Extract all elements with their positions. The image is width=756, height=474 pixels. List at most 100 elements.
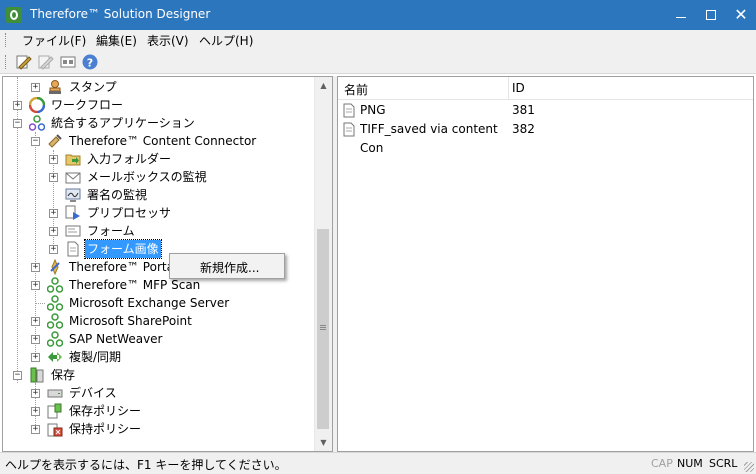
tree-item-replication-sync[interactable]: + 複製/同期 [3, 348, 313, 366]
designer-tool-button[interactable] [16, 54, 32, 70]
help-button[interactable]: ? [82, 54, 98, 70]
svg-text:?: ? [87, 57, 93, 70]
list-item[interactable]: PNG 381 [338, 101, 753, 120]
list-item[interactable]: TIFF_saved via content Con 382 [338, 120, 753, 155]
tree-item-label: デバイス [69, 386, 117, 400]
input-folder-icon [65, 154, 81, 166]
collapse-toggle[interactable]: − [13, 371, 22, 380]
form-icon [65, 225, 81, 237]
context-menu-new-item[interactable]: 新規作成... [200, 259, 259, 276]
close-button[interactable]: ✕ [726, 0, 756, 30]
expand-toggle[interactable]: + [31, 425, 40, 434]
tree-item-form[interactable]: + フォーム [3, 222, 313, 240]
menu-grip[interactable] [5, 33, 8, 47]
collapse-toggle[interactable]: − [13, 119, 22, 128]
expand-toggle[interactable]: + [31, 389, 40, 398]
tree-item-label: 保持ポリシー [69, 422, 142, 436]
collapse-toggle[interactable]: − [31, 137, 40, 146]
status-message: ヘルプを表示するには、F1 キーを押してください。 [5, 458, 287, 472]
tree-item-label: スタンプ [69, 80, 117, 94]
tree-item-label: 入力フォルダー [87, 152, 172, 166]
tree-item-storage[interactable]: − 保存 [3, 366, 313, 384]
tree-item-stamp[interactable]: + スタンプ [3, 78, 313, 96]
caps-lock-indicator: CAP [651, 457, 673, 470]
tree-scrollbar[interactable]: ▲ ▼ [314, 77, 332, 451]
preprocessor-icon [65, 205, 80, 220]
sap-icon [47, 331, 63, 347]
num-lock-indicator: NUM [677, 457, 703, 470]
expand-toggle[interactable]: + [49, 245, 58, 254]
document-icon [343, 103, 355, 118]
tree-item-label: Microsoft SharePoint [69, 314, 192, 328]
text-box-icon [60, 56, 76, 68]
expand-toggle[interactable]: + [31, 353, 40, 362]
tree-item-signature-monitor[interactable]: 署名の監視 [3, 186, 313, 204]
close-icon: ✕ [734, 5, 748, 24]
text-tool-button[interactable] [60, 54, 76, 70]
expand-toggle[interactable]: + [49, 155, 58, 164]
tree-item-sharepoint[interactable]: + Microsoft SharePoint [3, 312, 313, 330]
tree-item-exchange-server[interactable]: Microsoft Exchange Server [3, 294, 313, 312]
tree-item-workflow[interactable]: + ワークフロー [3, 96, 313, 114]
expand-toggle[interactable]: + [31, 263, 40, 272]
tree-item-mailbox-monitor[interactable]: + メールボックスの監視 [3, 168, 313, 186]
menu-edit[interactable]: 編集(E) [94, 32, 139, 49]
design-tool-disabled-button[interactable] [38, 54, 54, 70]
tree-item-devices[interactable]: + デバイス [3, 384, 313, 402]
status-bar: ヘルプを表示するには、F1 キーを押してください。 CAP NUM SCRL [0, 452, 756, 474]
expand-toggle[interactable]: + [49, 227, 58, 236]
menu-help[interactable]: ヘルプ(H) [197, 32, 255, 49]
tree-item-storage-policy[interactable]: + 保存ポリシー [3, 402, 313, 420]
thumb-grip-icon [320, 325, 326, 326]
tree-item-sap-netweaver[interactable]: + SAP NetWeaver [3, 330, 313, 348]
resize-grip-icon[interactable] [744, 462, 754, 472]
tree-item-content-connector[interactable]: − Therefore™ Content Connector [3, 132, 313, 150]
scroll-thumb[interactable] [317, 229, 329, 429]
expand-toggle[interactable]: + [31, 83, 40, 92]
expand-toggle[interactable]: + [31, 407, 40, 416]
tree-item-label: ワークフロー [51, 98, 124, 112]
column-header-name[interactable]: 名前 [344, 81, 368, 98]
tree-item-retention-policy[interactable]: + 保持ポリシー [3, 420, 313, 438]
column-header-id[interactable]: ID [512, 81, 525, 95]
list-header: 名前 ID [338, 77, 753, 100]
minimize-button[interactable] [666, 0, 696, 30]
tree-item-label: フォーム画像 [84, 239, 162, 259]
tree-item-label: Therefore™ Portal [69, 260, 178, 274]
expand-toggle[interactable]: + [31, 335, 40, 344]
integration-icon [29, 115, 45, 131]
signature-monitor-icon [65, 188, 81, 202]
expand-toggle[interactable]: + [31, 281, 40, 290]
maximize-button[interactable] [696, 0, 726, 30]
tree-item-preprocessor[interactable]: + プリプロセッサ [3, 204, 313, 222]
app-logo-icon [6, 7, 22, 23]
tree-item-input-folder[interactable]: + 入力フォルダー [3, 150, 313, 168]
design-disabled-icon [38, 55, 54, 70]
list-item-name: PNG [360, 103, 386, 117]
expand-toggle[interactable]: + [49, 209, 58, 218]
maximize-icon [706, 10, 716, 20]
scroll-up-arrow-icon[interactable]: ▲ [315, 77, 332, 94]
expand-toggle[interactable]: + [31, 317, 40, 326]
menu-view[interactable]: 表示(V) [145, 32, 191, 49]
expand-toggle[interactable]: + [49, 173, 58, 182]
exchange-icon [47, 295, 63, 311]
tree-item-label: プリプロセッサ [87, 206, 172, 220]
workflow-icon [29, 97, 45, 113]
expand-toggle[interactable]: + [13, 101, 22, 110]
minimize-icon [676, 16, 686, 18]
storage-icon [30, 367, 44, 383]
toolbar-grip[interactable] [5, 55, 8, 69]
tree-item-label: SAP NetWeaver [69, 332, 163, 346]
tree-item-integrated-apps[interactable]: − 統合するアプリケーション [3, 114, 313, 132]
scroll-down-arrow-icon[interactable]: ▼ [315, 434, 332, 451]
design-pencil-icon [16, 55, 32, 70]
context-menu: 新規作成... [169, 253, 285, 279]
list-item-id: 381 [512, 103, 535, 117]
menu-file[interactable]: ファイル(F) [20, 32, 88, 49]
document-icon [343, 122, 355, 137]
mfp-scan-icon [47, 277, 63, 293]
menu-bar: ファイル(F) 編集(E) 表示(V) ヘルプ(H) [0, 30, 756, 50]
sharepoint-icon [47, 313, 63, 329]
column-separator[interactable] [508, 77, 509, 99]
